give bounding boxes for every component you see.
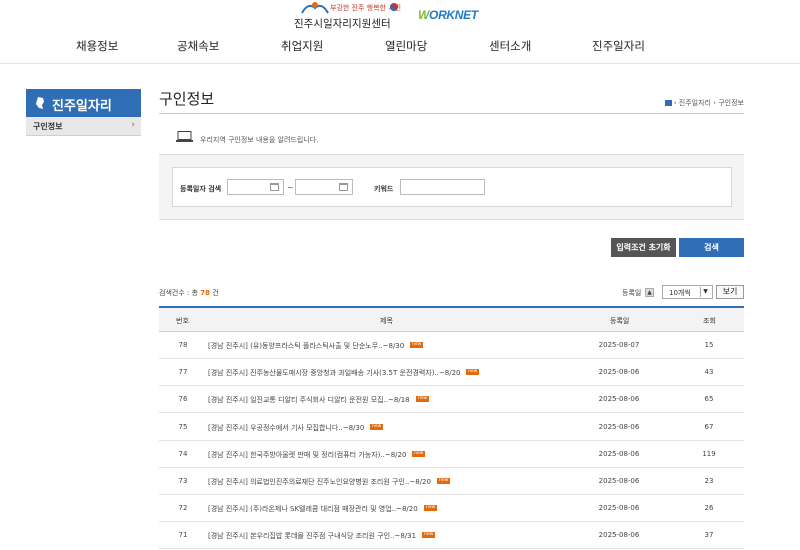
table-row[interactable]: 75 [경남 진주시] 우공정수에서 기사 모집합니다..~8/30 new 2025… — [159, 414, 744, 441]
nav-item-center-intro[interactable]: 센터소개 — [489, 38, 531, 54]
view-button[interactable]: 보기 — [716, 285, 744, 299]
row-title-link[interactable]: [경남 진주시] 일진교통 디알티 주식회사 디알티 운전원 모집..~8/18 — [208, 395, 410, 405]
page-title: 구인정보 — [159, 90, 215, 108]
worknet-logo[interactable]: WORKNET — [418, 8, 478, 22]
row-number: 78 — [178, 341, 188, 349]
new-badge: new — [410, 342, 424, 348]
nav-item-employment-support[interactable]: 취업지원 — [281, 38, 323, 54]
sidebar-title: 진주일자리 — [26, 89, 141, 117]
row-number: 76 — [178, 395, 188, 404]
row-title-link[interactable]: [경남 진주시] 진주농산물도매시장 중앙청과 과일배송 기사(3.5T 운전경… — [208, 368, 460, 378]
row-title-link[interactable]: [경남 진주시] (유)동양프라스틱 플라스틱사출 및 단순노무..~8/30 — [208, 341, 404, 351]
row-number: 72 — [178, 504, 188, 513]
nav-item-public-recruit[interactable]: 공채속보 — [177, 38, 219, 54]
date-separator: ~ — [287, 183, 294, 192]
row-title-link[interactable]: [경남 진주시] 한국주방아울렛 판매 및 정리(컴퓨터 가능자)..~8/20 — [208, 450, 406, 460]
reset-button[interactable]: 입력조건 초기화 — [611, 238, 676, 257]
row-date: 2025-08-07 — [598, 341, 640, 349]
nav-item-recruit-info[interactable]: 채용정보 — [76, 38, 118, 54]
row-views: 15 — [704, 341, 714, 349]
row-date: 2025-08-06 — [598, 449, 640, 458]
row-date: 2025-08-06 — [598, 395, 640, 404]
result-count: 검색건수 : 총 78 건 — [159, 289, 219, 297]
new-badge: new — [412, 450, 426, 457]
new-badge: new — [466, 369, 480, 376]
page-size-select[interactable]: 10개씩 ▼ — [662, 285, 713, 299]
table-row[interactable]: 77 [경남 진주시] 진주농산물도매시장 중앙청과 과일배송 기사(3.5T 운… — [159, 359, 744, 387]
table-row[interactable]: 76 [경남 진주시] 일진교통 디알티 주식회사 디알티 운전원 모집..~8/… — [159, 386, 744, 414]
intro-text: 우리지역 구인정보 내용을 알려드립니다. — [200, 136, 319, 144]
center-name[interactable]: 진주시일자리지원센터 — [294, 16, 391, 31]
taeguk-flag-icon — [390, 3, 398, 11]
sort-asc-icon[interactable]: ▲ — [645, 288, 654, 297]
sort-label: 등록일 — [622, 289, 642, 297]
row-date: 2025-08-06 — [598, 368, 640, 377]
table-row[interactable]: 73 [경남 진주시] 의료법인진주의료재단 진주노인요양병원 조리원 구인..~… — [159, 468, 744, 495]
new-badge: new — [416, 396, 430, 403]
row-views: 26 — [704, 504, 714, 513]
main-navigation: 채용정보 공채속보 취업지원 열린마당 센터소개 진주일자리 — [0, 38, 800, 54]
sidebar-item-job-offers[interactable]: 구인정보 › — [26, 117, 141, 136]
row-date: 2025-08-06 — [598, 531, 640, 540]
row-views: 43 — [704, 368, 714, 377]
row-number: 77 — [178, 368, 188, 377]
row-number: 74 — [178, 449, 188, 458]
keyword-input[interactable] — [400, 179, 485, 195]
row-views: 65 — [704, 395, 714, 404]
row-date: 2025-08-06 — [598, 477, 640, 485]
table-row[interactable]: 78 [경남 진주시] (유)동양프라스틱 플라스틱사출 및 단순노무..~8/3… — [159, 332, 744, 359]
col-header-views: 조회 — [703, 317, 716, 325]
new-badge: new — [422, 532, 436, 539]
map-icon — [36, 97, 44, 109]
chevron-right-icon: › — [131, 120, 135, 130]
nav-item-open-forum[interactable]: 열린마당 — [385, 38, 427, 54]
row-views: 23 — [704, 477, 714, 485]
row-number: 73 — [178, 477, 188, 485]
keyword-label: 키워드 — [374, 185, 394, 193]
chevron-down-icon: ▼ — [700, 287, 710, 297]
title-divider — [159, 113, 744, 114]
new-badge: new — [437, 478, 451, 484]
row-number: 75 — [178, 422, 188, 431]
row-date: 2025-08-06 — [598, 504, 640, 513]
col-header-no: 번호 — [176, 317, 189, 325]
calendar-icon[interactable] — [270, 183, 279, 191]
start-date-input[interactable] — [227, 179, 284, 195]
nav-item-jinju-jobs[interactable]: 진주일자리 — [592, 38, 645, 54]
new-badge: new — [424, 505, 438, 512]
search-button[interactable]: 검색 — [679, 238, 744, 257]
row-title-link[interactable]: [경남 진주시] 우공정수에서 기사 모집합니다..~8/30 — [208, 423, 364, 433]
end-date-input[interactable] — [295, 179, 353, 195]
date-search-label: 등록일자 검색 — [180, 185, 222, 193]
city-logo-icon[interactable] — [300, 0, 330, 16]
row-number: 71 — [178, 531, 188, 540]
home-icon[interactable] — [664, 100, 672, 106]
table-row[interactable]: 72 [경남 진주시] (주)라온제나 SK텔레콤 대리점 매장관리 및 영업..… — [159, 495, 744, 523]
new-badge: new — [370, 423, 384, 430]
monitor-icon — [176, 131, 193, 142]
table-row[interactable]: 71 [경남 진주시] 본우리집밥 롯데몰 진주점 구내식당 조리원 구인..~8… — [159, 522, 744, 550]
site-header: 부강한 진주 행복한 시민 진주시일자리지원센터 WORKNET 채용정보 공채… — [0, 0, 800, 64]
breadcrumb: › 진주일자리 › 구인정보 — [664, 98, 744, 108]
row-views: 37 — [704, 531, 714, 540]
row-title-link[interactable]: [경남 진주시] 본우리집밥 롯데몰 진주점 구내식당 조리원 구인..~8/3… — [208, 531, 416, 541]
col-header-title: 제목 — [380, 317, 393, 325]
row-views: 67 — [704, 422, 714, 431]
row-title-link[interactable]: [경남 진주시] 의료법인진주의료재단 진주노인요양병원 조리원 구인..~8/… — [208, 477, 431, 487]
row-title-link[interactable]: [경남 진주시] (주)라온제나 SK텔레콤 대리점 매장관리 및 영업..~8… — [208, 504, 418, 514]
row-date: 2025-08-06 — [598, 422, 640, 431]
calendar-icon[interactable] — [339, 183, 348, 191]
table-row[interactable]: 74 [경남 진주시] 한국주방아울렛 판매 및 정리(컴퓨터 가능자)..~8/… — [159, 441, 744, 468]
row-views: 119 — [702, 449, 716, 458]
col-header-date: 등록일 — [610, 317, 630, 325]
table-header: 번호 제목 등록일 조회 — [159, 306, 744, 332]
